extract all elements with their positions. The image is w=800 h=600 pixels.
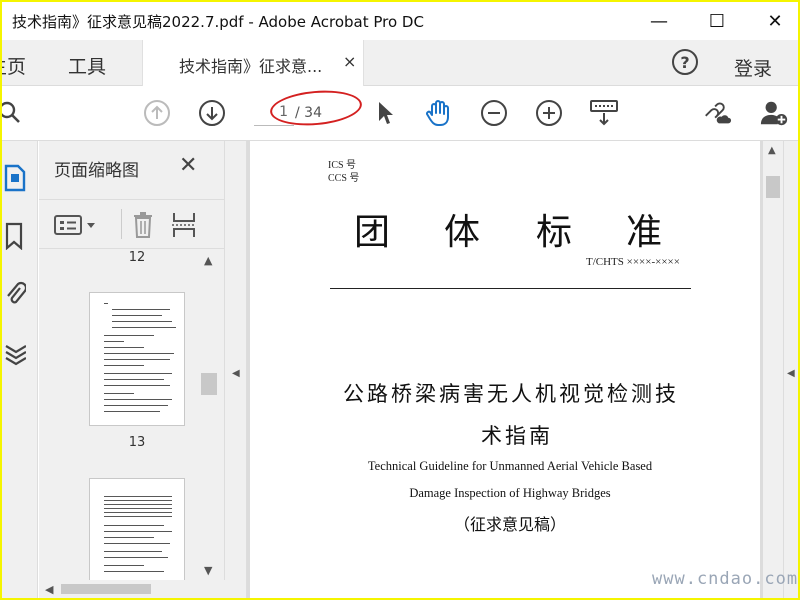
main-toolbar: 1 / 34: [2, 86, 798, 141]
select-cursor-icon[interactable]: [370, 98, 400, 128]
next-page-icon[interactable]: [197, 98, 227, 128]
main-title-char: 标: [536, 212, 573, 252]
add-user-icon[interactable]: [759, 98, 789, 128]
hand-tool-icon[interactable]: [424, 98, 454, 128]
main-title-char: 团: [354, 212, 391, 252]
thumbnail-page-label: 12: [128, 250, 146, 265]
window-title: 技术指南》征求意见稿2022.7.pdf - Adobe Acrobat Pro…: [12, 13, 424, 31]
thumbnail-toolbar: [39, 199, 225, 249]
split-page-icon[interactable]: [171, 211, 197, 243]
text-line: [104, 365, 144, 366]
close-window-button[interactable]: ✕: [752, 2, 798, 40]
zoom-out-icon[interactable]: [479, 98, 509, 128]
text-line: [104, 571, 164, 572]
minimize-button[interactable]: —: [636, 2, 682, 40]
text-line: [104, 411, 160, 412]
document-viewport: ICS 号 CCS 号 团 体 标 准 T/CHTS ××××-×××× 公路桥…: [247, 141, 798, 598]
text-line: [104, 347, 144, 348]
maximize-button[interactable]: ☐: [694, 2, 740, 40]
text-line: [104, 551, 162, 552]
collapse-panel-icon[interactable]: ◀: [232, 368, 240, 379]
text-line: [104, 379, 164, 380]
tab-tools[interactable]: 工具: [68, 52, 106, 79]
close-panel-icon[interactable]: ✕: [179, 153, 197, 178]
text-line: [112, 327, 176, 328]
text-line: [104, 565, 144, 566]
text-line: [104, 393, 134, 394]
toolbar-divider: [121, 209, 122, 239]
text-line: [104, 405, 168, 406]
scroll-down-arrow-icon[interactable]: ▼: [204, 564, 212, 577]
panel-collapse-strip[interactable]: ◀: [225, 141, 247, 598]
text-line: [112, 321, 172, 322]
expand-right-pane-icon[interactable]: ◀: [787, 368, 795, 379]
text-line: [104, 359, 170, 360]
title-rule: [330, 288, 691, 289]
acrobat-window: 技术指南》征求意见稿2022.7.pdf - Adobe Acrobat Pro…: [2, 2, 798, 598]
left-nav-rail: [2, 141, 38, 598]
text-line: [104, 537, 154, 538]
text-line: [104, 341, 124, 342]
close-tab-icon[interactable]: ×: [343, 52, 356, 71]
main-title-char: 准: [626, 212, 663, 252]
link-cloud-icon[interactable]: [702, 98, 732, 128]
zoom-in-icon[interactable]: [534, 98, 564, 128]
keyboard-icon[interactable]: [589, 98, 619, 128]
attachments-icon[interactable]: [2, 279, 28, 309]
layers-icon[interactable]: [2, 337, 28, 367]
help-button[interactable]: ?: [672, 49, 698, 75]
right-pane-collapse[interactable]: ◀: [783, 141, 798, 598]
text-line: [104, 543, 170, 544]
thumbnails-panel-title: 页面缩略图: [54, 161, 139, 181]
site-watermark: www.cndao.com: [652, 569, 798, 589]
text-line: [104, 531, 172, 532]
tab-bar: 主页 工具 技术指南》征求意... × ? 登录: [2, 40, 798, 86]
document-scrollbar-thumb[interactable]: [766, 176, 780, 198]
bookmarks-icon[interactable]: [2, 221, 28, 251]
hscrollbar-thumb[interactable]: [61, 584, 151, 594]
pdf-page: ICS 号 CCS 号 团 体 标 准 T/CHTS ××××-×××× 公路桥…: [250, 141, 760, 598]
scroll-left-arrow-icon[interactable]: ◀: [45, 583, 53, 596]
text-line: [104, 399, 172, 400]
thumbnail-options-icon[interactable]: [53, 213, 99, 241]
thumbnail-hscrollbar[interactable]: ◀: [39, 580, 225, 598]
tab-home[interactable]: 主页: [2, 52, 26, 79]
doc-scroll-up-icon[interactable]: ▲: [768, 145, 776, 156]
thumbnails-panel: 页面缩略图 ✕ 12 13 ▲ ▼ ◀: [39, 141, 225, 598]
thumbnail-scrollbar[interactable]: ▲ ▼: [199, 250, 219, 580]
title-bar: 技术指南》征求意见稿2022.7.pdf - Adobe Acrobat Pro…: [2, 2, 798, 40]
english-title-line2: Damage Inspection of Highway Bridges: [409, 486, 611, 500]
ccs-label: CCS 号: [328, 173, 360, 184]
text-line: [104, 385, 170, 386]
page-thumbnails-icon[interactable]: [2, 163, 28, 193]
prev-page-icon[interactable]: [142, 98, 172, 128]
main-title-char: 体: [444, 212, 481, 252]
text-line: [104, 373, 172, 374]
text-line: [112, 315, 162, 316]
thumbnail-page-13[interactable]: [89, 478, 185, 580]
chinese-title-line2: 术指南: [481, 424, 553, 448]
text-line: [112, 309, 170, 310]
delete-page-icon[interactable]: [131, 211, 155, 243]
login-button[interactable]: 登录: [734, 54, 772, 81]
search-icon[interactable]: [2, 98, 26, 128]
text-line: [104, 335, 154, 336]
document-tab-label: 技术指南》征求意...: [179, 57, 323, 76]
standard-number: T/CHTS ××××-××××: [586, 256, 680, 268]
thumbnail-list: 12 13: [39, 250, 199, 580]
text-line: [104, 353, 174, 354]
thumbnail-table: [104, 493, 172, 517]
draft-subtitle: （征求意见稿）: [453, 517, 566, 534]
text-line: [104, 557, 168, 558]
chinese-title-line1: 公路桥梁病害无人机视觉检测技: [343, 382, 679, 406]
scrollbar-thumb[interactable]: [201, 373, 217, 395]
text-line: [104, 303, 108, 304]
english-title-line1: Technical Guideline for Unmanned Aerial …: [367, 459, 653, 473]
thumbnail-page-label: 13: [128, 435, 146, 450]
text-line: [104, 525, 164, 526]
scroll-up-arrow-icon[interactable]: ▲: [204, 254, 212, 267]
document-scrollbar[interactable]: ▲: [763, 141, 783, 598]
tab-document[interactable]: 技术指南》征求意... ×: [142, 40, 364, 86]
thumbnail-page-12[interactable]: [89, 292, 185, 426]
